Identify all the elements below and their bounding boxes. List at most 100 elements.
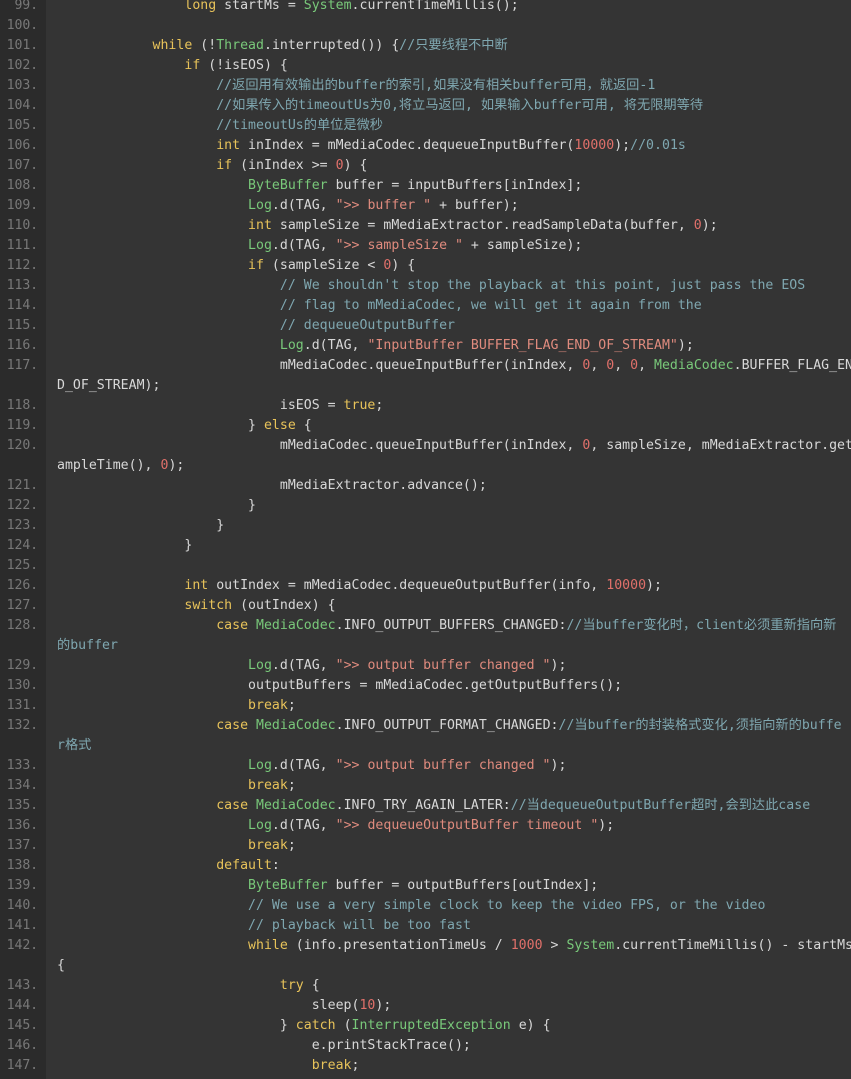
code-line[interactable]: 134. break; <box>0 776 851 796</box>
code-line[interactable]: 125. <box>0 556 851 576</box>
code-wrap-continuation[interactable]: r格式 <box>0 736 851 756</box>
token-cmt: //只要线程不中断 <box>399 38 508 53</box>
code-line[interactable]: 103. //返回用有效输出的buffer的索引,如果没有相关buffer可用，… <box>0 76 851 96</box>
token-type: ByteBuffer <box>248 178 328 193</box>
code-line[interactable]: 147. break; <box>0 1056 851 1076</box>
code-line[interactable]: 138. default: <box>0 856 851 876</box>
code-line[interactable]: 121. mMediaExtractor.advance(); <box>0 476 851 496</box>
code-text: Log.d(TAG, ">> output buffer changed "); <box>57 756 566 776</box>
code-line[interactable]: 110. int sampleSize = mMediaExtractor.re… <box>0 216 851 236</box>
token-type: Log <box>248 818 272 833</box>
code-line[interactable]: 130. outputBuffers = mMediaCodec.getOutp… <box>0 676 851 696</box>
token-str: "InputBuffer BUFFER_FLAG_END_OF_STREAM" <box>367 338 678 353</box>
code-line[interactable]: 135. case MediaCodec.INFO_TRY_AGAIN_LATE… <box>0 796 851 816</box>
code-line[interactable]: 140. // We use a very simple clock to ke… <box>0 896 851 916</box>
token-num: 0 <box>693 218 702 233</box>
token-kw: int <box>184 578 209 593</box>
token-plain: mMediaExtractor.advance(); <box>57 478 487 493</box>
code-line[interactable]: 113. // We shouldn't stop the playback a… <box>0 276 851 296</box>
code-line[interactable]: 105. //timeoutUs的单位是微秒 <box>0 116 851 136</box>
token-kw: break <box>311 1058 352 1073</box>
code-line[interactable]: 115. // dequeueOutputBuffer <box>0 316 851 336</box>
code-line[interactable]: 104. //如果传入的timeoutUs为0,将立马返回, 如果输入buffe… <box>0 96 851 116</box>
code-line[interactable]: 128. case MediaCodec.INFO_OUTPUT_BUFFERS… <box>0 616 851 636</box>
token-kw: int <box>216 138 241 153</box>
code-text: break; <box>57 836 296 856</box>
code-line[interactable]: 122. } <box>0 496 851 516</box>
code-editor[interactable]: 99. long startMs = System.currentTimeMil… <box>0 0 851 1079</box>
code-text: Log.d(TAG, ">> output buffer changed "); <box>57 656 566 676</box>
code-text: ByteBuffer buffer = inputBuffers[inIndex… <box>57 176 582 196</box>
code-line[interactable]: 145. } catch (InterruptedException e) { <box>0 1016 851 1036</box>
line-number: 105. <box>6 118 38 133</box>
token-num: 0 <box>606 358 615 373</box>
token-plain: ) { <box>343 158 368 173</box>
code-line[interactable]: 129. Log.d(TAG, ">> output buffer change… <box>0 656 851 676</box>
code-line[interactable]: 132. case MediaCodec.INFO_OUTPUT_FORMAT_… <box>0 716 851 736</box>
token-cmt: // We use a very simple clock to keep th… <box>248 898 766 913</box>
line-number: 138. <box>6 858 38 873</box>
line-number: 139. <box>6 878 38 893</box>
code-line[interactable]: 120. mMediaCodec.queueInputBuffer(inInde… <box>0 436 851 456</box>
code-line[interactable]: 109. Log.d(TAG, ">> buffer " + buffer); <box>0 196 851 216</box>
code-line[interactable]: 112. if (sampleSize < 0) { <box>0 256 851 276</box>
code-line[interactable]: 126. int outIndex = mMediaCodec.dequeueO… <box>0 576 851 596</box>
code-line[interactable]: 136. Log.d(TAG, ">> dequeueOutputBuffer … <box>0 816 851 836</box>
code-line[interactable]: 107. if (inIndex >= 0) { <box>0 156 851 176</box>
code-line[interactable]: 133. Log.d(TAG, ">> output buffer change… <box>0 756 851 776</box>
code-line[interactable]: 116. Log.d(TAG, "InputBuffer BUFFER_FLAG… <box>0 336 851 356</box>
line-number: 103. <box>6 78 38 93</box>
code-line[interactable]: 144. sleep(10); <box>0 996 851 1016</box>
code-line[interactable]: 100. <box>0 16 851 36</box>
token-plain: D_OF_STREAM); <box>57 378 161 393</box>
code-line[interactable]: 99. long startMs = System.currentTimeMil… <box>0 0 851 16</box>
line-number: 106. <box>6 138 38 153</box>
token-plain: { <box>57 958 65 973</box>
token-str: ">> output buffer changed " <box>335 658 551 673</box>
code-line[interactable]: 131. break; <box>0 696 851 716</box>
code-wrap-continuation[interactable]: 的buffer <box>0 636 851 656</box>
code-line[interactable]: 106. int inIndex = mMediaCodec.dequeueIn… <box>0 136 851 156</box>
code-text: if (sampleSize < 0) { <box>57 256 415 276</box>
code-line[interactable]: 119. } else { <box>0 416 851 436</box>
code-line[interactable]: 139. ByteBuffer buffer = outputBuffers[o… <box>0 876 851 896</box>
code-line[interactable]: 108. ByteBuffer buffer = inputBuffers[in… <box>0 176 851 196</box>
token-type: Log <box>248 238 272 253</box>
code-line[interactable]: 141. // playback will be too fast <box>0 916 851 936</box>
code-line[interactable]: 118. isEOS = true; <box>0 396 851 416</box>
code-line[interactable]: 124. } <box>0 536 851 556</box>
code-text: if (!isEOS) { <box>57 56 288 76</box>
line-number: 102. <box>6 58 38 73</box>
code-text: mMediaCodec.queueInputBuffer(inIndex, 0,… <box>57 436 851 456</box>
code-line[interactable]: 142. while (info.presentationTimeUs / 10… <box>0 936 851 956</box>
token-plain: (sampleSize < <box>263 258 384 273</box>
code-line[interactable]: 146. e.printStackTrace(); <box>0 1036 851 1056</box>
line-number: 137. <box>6 838 38 853</box>
token-plain: } <box>57 418 264 433</box>
token-plain: ); <box>168 458 185 473</box>
code-line[interactable]: 137. break; <box>0 836 851 856</box>
code-line[interactable]: 127. switch (outIndex) { <box>0 596 851 616</box>
code-wrap-continuation[interactable]: ampleTime(), 0); <box>0 456 851 476</box>
code-line[interactable]: 143. try { <box>0 976 851 996</box>
code-line[interactable]: 102. if (!isEOS) { <box>0 56 851 76</box>
code-wrap-continuation[interactable]: { <box>0 956 851 976</box>
line-number: 136. <box>6 818 38 833</box>
token-plain: sampleSize = mMediaExtractor.readSampleD… <box>271 218 694 233</box>
token-kw: default <box>216 858 272 873</box>
code-line[interactable]: 101. while (!Thread.interrupted()) {//只要… <box>0 36 851 56</box>
line-number: 141. <box>6 918 38 933</box>
code-line[interactable]: 114. // flag to mMediaCodec, we will get… <box>0 296 851 316</box>
token-plain: startMs = <box>216 0 304 13</box>
code-wrap-continuation[interactable]: D_OF_STREAM); <box>0 376 851 396</box>
code-text: int outIndex = mMediaCodec.dequeueOutput… <box>57 576 662 596</box>
code-line[interactable]: 123. } <box>0 516 851 536</box>
code-line[interactable]: 117. mMediaCodec.queueInputBuffer(inInde… <box>0 356 851 376</box>
token-plain: + buffer); <box>431 198 519 213</box>
code-line[interactable]: 111. Log.d(TAG, ">> sampleSize " + sampl… <box>0 236 851 256</box>
